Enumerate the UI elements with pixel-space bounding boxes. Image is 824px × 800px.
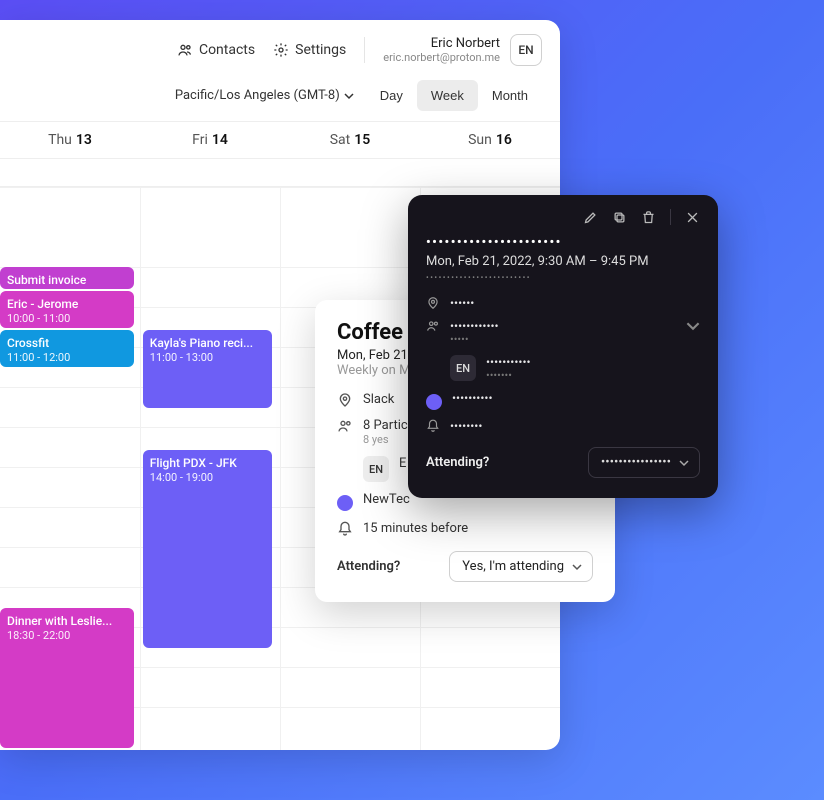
settings-link[interactable]: Settings <box>273 42 346 58</box>
tool-divider <box>670 209 671 225</box>
day-col-sun[interactable]: Sun16 <box>420 132 560 148</box>
chevron-down-icon <box>572 562 582 572</box>
attending-select[interactable]: Yes, I'm attending <box>449 551 593 582</box>
attending-label: Attending? <box>426 455 489 470</box>
popover-date: Mon, Feb 21, 2022, 9:30 AM – 9:45 PM <box>426 254 700 269</box>
chevron-down-icon <box>679 458 689 468</box>
popover-tools <box>426 209 700 225</box>
event-title: Flight PDX - JFK <box>150 455 265 471</box>
event-title: Dinner with Leslie... <box>7 613 127 629</box>
location-value: Slack <box>363 392 394 407</box>
settings-label: Settings <box>295 42 346 58</box>
user-menu[interactable]: Eric Norbert eric.norbert@proton.me EN <box>383 34 542 66</box>
header-divider <box>364 37 365 63</box>
people-icon <box>337 418 353 434</box>
popover-recurrence: ••••••••••••••••••••••••• <box>426 273 700 282</box>
organizer-line1: ••••••••••• <box>486 355 531 369</box>
participants-count: 8 Partici <box>363 418 411 433</box>
bell-icon <box>426 419 440 433</box>
reminder-value: •••••••• <box>450 419 482 433</box>
location-row: •••••• <box>426 296 700 310</box>
event-title: Submit invoice <box>7 272 127 288</box>
organizer-name: E <box>399 456 406 471</box>
chevron-down-icon <box>686 319 700 333</box>
event-submit-invoice[interactable]: Submit invoice <box>0 267 134 289</box>
participants-count: •••••••••••• <box>450 319 499 333</box>
event-title: Eric - Jerome <box>7 296 127 312</box>
location-value: •••••• <box>450 296 474 310</box>
gear-icon <box>273 42 289 58</box>
view-week-button[interactable]: Week <box>417 80 478 111</box>
event-flight[interactable]: Flight PDX - JFK 14:00 - 19:00 <box>143 450 272 648</box>
participants-sub: 8 yes <box>363 433 411 446</box>
attending-row: Attending? Yes, I'm attending <box>337 551 593 582</box>
event-title: Crossfit <box>7 335 127 351</box>
calendar-name: •••••••••• <box>452 391 493 405</box>
attending-select[interactable]: •••••••••••••••• <box>588 447 700 478</box>
timezone-select[interactable]: Pacific/Los Angeles (GMT-8) <box>163 80 366 111</box>
popover-title: •••••••••••••••••••••• <box>426 235 700 250</box>
organizer-line2: ••••••• <box>486 369 531 382</box>
day-col-fri[interactable]: Fri14 <box>140 132 280 148</box>
reminder-value: 15 minutes before <box>363 521 468 536</box>
attending-value: •••••••••••••••• <box>601 455 671 470</box>
user-email: eric.norbert@proton.me <box>383 51 500 64</box>
timezone-label: Pacific/Los Angeles (GMT-8) <box>175 88 340 103</box>
reminder-row: •••••••• <box>426 419 700 433</box>
close-icon[interactable] <box>685 210 700 225</box>
copy-icon[interactable] <box>612 210 627 225</box>
reminder-row: 15 minutes before <box>337 521 593 537</box>
edit-icon[interactable] <box>583 210 598 225</box>
participants-row[interactable]: •••••••••••• ••••• <box>426 319 700 346</box>
location-icon <box>337 392 353 408</box>
event-eric-jerome[interactable]: Eric - Jerome 10:00 - 11:00 <box>0 291 134 328</box>
bell-icon <box>337 521 353 537</box>
event-crossfit[interactable]: Crossfit 11:00 - 12:00 <box>0 330 134 367</box>
day-col-sat[interactable]: Sat15 <box>280 132 420 148</box>
people-icon <box>426 319 440 333</box>
event-title: Kayla's Piano reci... <box>150 335 265 351</box>
participants-sub: ••••• <box>450 333 499 346</box>
calendar-color-icon <box>426 394 442 410</box>
event-time: 14:00 - 19:00 <box>150 471 265 486</box>
view-month-button[interactable]: Month <box>478 80 542 111</box>
avatar: EN <box>510 34 542 66</box>
contacts-icon <box>177 42 193 58</box>
event-time: 11:00 - 12:00 <box>7 351 127 366</box>
attending-row: Attending? •••••••••••••••• <box>426 447 700 478</box>
contacts-label: Contacts <box>199 42 255 58</box>
attending-label: Attending? <box>337 559 400 574</box>
organizer-row: EN ••••••••••• ••••••• <box>426 355 700 382</box>
contacts-link[interactable]: Contacts <box>177 42 255 58</box>
chevron-down-icon <box>344 91 354 101</box>
calendar-color-icon <box>337 495 353 511</box>
day-col-thu[interactable]: Thu13 <box>0 132 140 148</box>
user-name: Eric Norbert <box>383 36 500 51</box>
event-piano[interactable]: Kayla's Piano reci... 11:00 - 13:00 <box>143 330 272 408</box>
attending-value: Yes, I'm attending <box>462 559 564 574</box>
allday-row <box>0 159 560 187</box>
location-icon <box>426 296 440 310</box>
event-time: 10:00 - 11:00 <box>7 312 127 327</box>
toolbar: Pacific/Los Angeles (GMT-8) Day Week Mon… <box>0 80 560 122</box>
view-day-button[interactable]: Day <box>366 80 417 111</box>
event-time: 18:30 - 22:00 <box>7 629 127 644</box>
trash-icon[interactable] <box>641 210 656 225</box>
user-text: Eric Norbert eric.norbert@proton.me <box>383 36 500 64</box>
organizer-avatar: EN <box>450 355 476 381</box>
app-header: Contacts Settings Eric Norbert eric.norb… <box>0 20 560 80</box>
event-time: 11:00 - 13:00 <box>150 351 265 366</box>
calendar-row: •••••••••• <box>426 391 700 410</box>
event-popover-dark: •••••••••••••••••••••• Mon, Feb 21, 2022… <box>408 195 718 498</box>
calendar-name: NewTec <box>363 492 410 507</box>
organizer-avatar: EN <box>363 456 389 482</box>
day-header: Thu13 Fri14 Sat15 Sun16 <box>0 122 560 159</box>
event-dinner[interactable]: Dinner with Leslie... 18:30 - 22:00 <box>0 608 134 748</box>
